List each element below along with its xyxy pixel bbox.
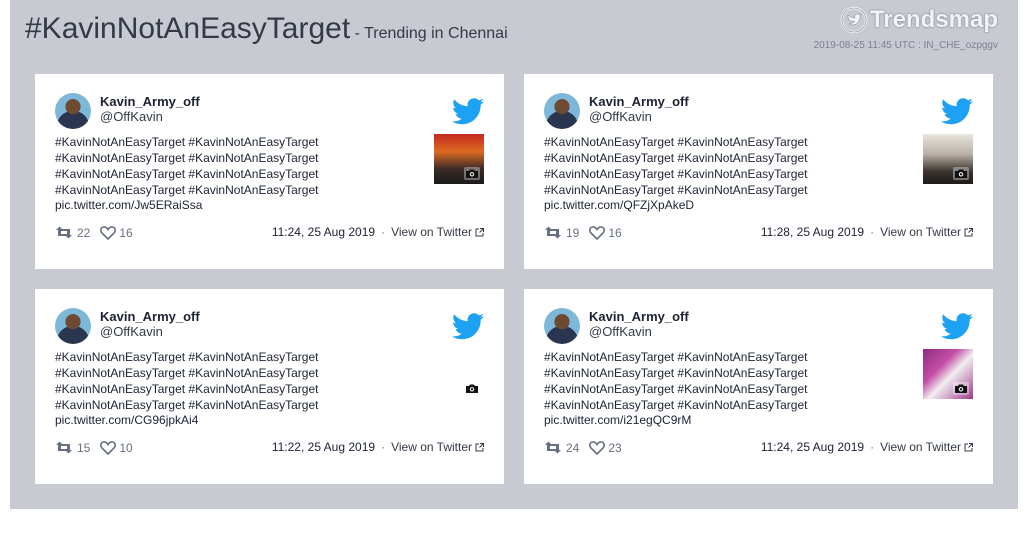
tweet-link[interactable]: pic.twitter.com/Jw5ERaiSsa <box>55 198 202 212</box>
avatar[interactable] <box>544 93 580 129</box>
trend-location: - Trending in Chennai <box>354 25 508 42</box>
tweet-stats: 15 10 <box>55 440 143 455</box>
tweet-link[interactable]: pic.twitter.com/QFZjXpAkeD <box>544 198 694 212</box>
tweet-link[interactable]: pic.twitter.com/i21egQC9rM <box>544 413 691 427</box>
user-name[interactable]: Kavin_Army_off <box>100 94 200 109</box>
view-on-twitter-link[interactable]: View on Twitter <box>391 225 472 239</box>
avatar[interactable] <box>544 308 580 344</box>
user-name[interactable]: Kavin_Army_off <box>589 309 689 324</box>
tweet-text: #KavinNotAnEasyTarget #KavinNotAnEasyTar… <box>544 350 808 412</box>
tweet-text: #KavinNotAnEasyTarget #KavinNotAnEasyTar… <box>55 135 319 197</box>
camera-icon <box>464 167 480 180</box>
retweet-icon[interactable] <box>544 225 562 240</box>
retweet-count: 19 <box>566 225 580 240</box>
tweet-stats: 24 23 <box>544 440 632 455</box>
twitter-bird-icon <box>452 98 484 125</box>
view-on-twitter-link[interactable]: View on Twitter <box>880 440 961 454</box>
heart-icon[interactable] <box>100 440 117 455</box>
tweet-time[interactable]: 11:24, 25 Aug 2019 <box>761 440 864 454</box>
trend-hashtag[interactable]: #KavinNotAnEasyTarget <box>25 12 350 45</box>
page-title: #KavinNotAnEasyTarget - Trending in Chen… <box>25 12 508 46</box>
heart-icon[interactable] <box>589 440 606 455</box>
tweet-media-thumbnail[interactable] <box>434 349 484 399</box>
like-count: 23 <box>608 440 622 455</box>
tweet-text: #KavinNotAnEasyTarget #KavinNotAnEasyTar… <box>544 135 808 197</box>
timestamp-meta: 2019-08-25 11:45 UTC : IN_CHE_ozpggv <box>813 40 998 51</box>
like-count: 16 <box>119 225 133 240</box>
logo-text: Trendsmap <box>869 6 998 33</box>
view-on-twitter-link[interactable]: View on Twitter <box>880 225 961 239</box>
avatar[interactable] <box>55 308 91 344</box>
user-handle[interactable]: @OffKavin <box>100 324 163 339</box>
retweet-count: 15 <box>77 440 91 455</box>
retweet-count: 24 <box>566 440 580 455</box>
tweet-stats: 22 16 <box>55 225 143 240</box>
tweet-link[interactable]: pic.twitter.com/CG96jpkAi4 <box>55 413 198 427</box>
retweet-icon[interactable] <box>55 225 73 240</box>
retweet-icon[interactable] <box>55 440 73 455</box>
twitter-bird-icon <box>941 313 973 340</box>
separator-dot: · <box>870 440 875 454</box>
like-count: 16 <box>608 225 622 240</box>
tweet-stats: 19 16 <box>544 225 632 240</box>
tweet-text: #KavinNotAnEasyTarget #KavinNotAnEasyTar… <box>55 350 319 412</box>
separator-dot: · <box>870 225 875 239</box>
avatar[interactable] <box>55 93 91 129</box>
tweet-media-thumbnail[interactable] <box>923 134 973 184</box>
tweet-card: Kavin_Army_off @OffKavin #KavinNotAnEasy… <box>524 289 993 484</box>
tweet-media-thumbnail[interactable] <box>434 134 484 184</box>
like-count: 10 <box>119 440 133 455</box>
external-link-icon[interactable] <box>475 442 484 452</box>
retweet-icon[interactable] <box>544 440 562 455</box>
camera-icon <box>953 167 969 180</box>
tweet-card: Kavin_Army_off @OffKavin #KavinNotAnEasy… <box>35 74 504 269</box>
user-name[interactable]: Kavin_Army_off <box>589 94 689 109</box>
retweet-count: 22 <box>77 225 91 240</box>
twitter-circle-icon <box>840 6 868 34</box>
user-name[interactable]: Kavin_Army_off <box>100 309 200 324</box>
user-handle[interactable]: @OffKavin <box>589 324 652 339</box>
tweet-card: Kavin_Army_off @OffKavin #KavinNotAnEasy… <box>35 289 504 484</box>
twitter-bird-icon <box>941 98 973 125</box>
heart-icon[interactable] <box>100 225 117 240</box>
tweet-footer: 11:24, 25 Aug 2019 · View on Twitter <box>272 225 484 239</box>
view-on-twitter-link[interactable]: View on Twitter <box>391 440 472 454</box>
tweet-footer: 11:22, 25 Aug 2019 · View on Twitter <box>272 440 484 454</box>
heart-icon[interactable] <box>589 225 606 240</box>
external-link-icon[interactable] <box>964 442 973 452</box>
external-link-icon[interactable] <box>964 227 973 237</box>
tweet-time[interactable]: 11:28, 25 Aug 2019 <box>761 225 864 239</box>
external-link-icon[interactable] <box>475 227 484 237</box>
tweet-footer: 11:24, 25 Aug 2019 · View on Twitter <box>761 440 973 454</box>
trendsmap-logo[interactable]: Trendsmap <box>840 6 998 34</box>
user-handle[interactable]: @OffKavin <box>589 109 652 124</box>
tweet-time[interactable]: 11:24, 25 Aug 2019 <box>272 225 375 239</box>
separator-dot: · <box>381 440 386 454</box>
tweet-media-thumbnail[interactable] <box>923 349 973 399</box>
user-handle[interactable]: @OffKavin <box>100 109 163 124</box>
camera-icon <box>466 384 478 393</box>
trendsmap-panel: #KavinNotAnEasyTarget - Trending in Chen… <box>10 0 1018 509</box>
tweet-card: Kavin_Army_off @OffKavin #KavinNotAnEasy… <box>524 74 993 269</box>
separator-dot: · <box>381 225 386 239</box>
twitter-bird-icon <box>452 313 484 340</box>
camera-icon <box>953 382 969 395</box>
tweet-footer: 11:28, 25 Aug 2019 · View on Twitter <box>761 225 973 239</box>
tweet-time[interactable]: 11:22, 25 Aug 2019 <box>272 440 375 454</box>
